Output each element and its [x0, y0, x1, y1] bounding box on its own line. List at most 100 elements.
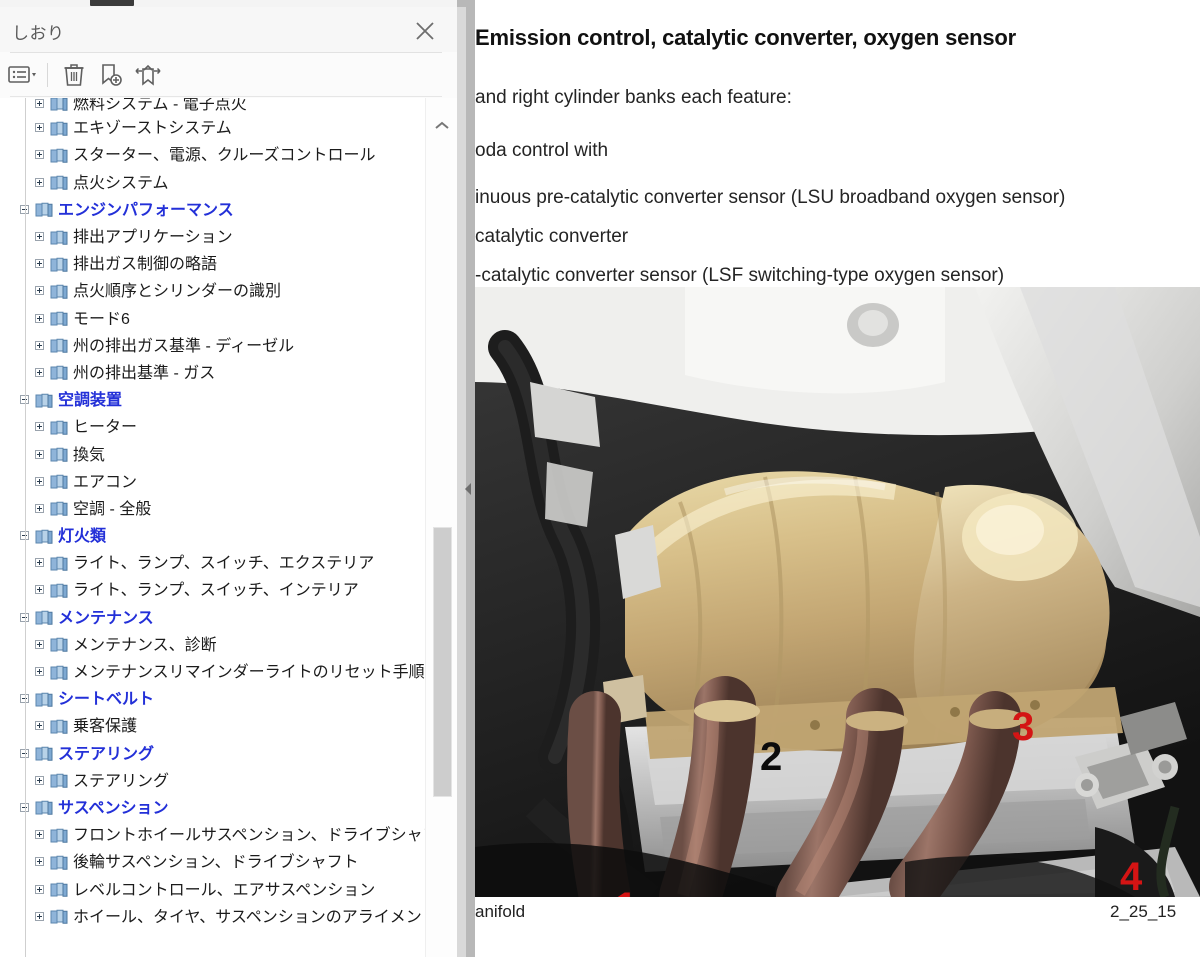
delete-bookmark-button[interactable] [57, 59, 91, 91]
bookmark-label: ステアリング [58, 745, 155, 763]
bookmark-category[interactable]: エンジンパフォーマンス [0, 197, 425, 224]
expand-toggle-icon[interactable] [35, 98, 46, 110]
toggle-box [35, 177, 44, 187]
close-icon[interactable] [411, 17, 439, 45]
bookmark-item[interactable]: モード6 [0, 306, 425, 333]
scroll-up-icon[interactable] [431, 117, 453, 135]
bookmark-book-icon [50, 474, 68, 490]
expand-toggle-icon[interactable] [35, 150, 46, 161]
bookmark-item[interactable]: 空調 - 全般 [0, 496, 425, 523]
expand-toggle-icon[interactable] [35, 558, 46, 569]
add-bookmark-button[interactable] [94, 59, 128, 91]
expand-toggle-icon[interactable] [35, 585, 46, 596]
bookmark-category[interactable]: 灯火類 [0, 523, 425, 550]
toggle-box [35, 857, 44, 867]
expand-toggle-icon[interactable] [35, 639, 46, 651]
expand-toggle-icon[interactable] [35, 259, 46, 270]
bookmark-book-icon [35, 800, 53, 816]
bookmark-item[interactable]: フロントホイールサスペンション、ドライブシャフト [0, 822, 425, 849]
expand-toggle-icon[interactable] [35, 775, 46, 787]
bookmarks-header: しおり [0, 7, 457, 52]
toggle-box [35, 721, 44, 731]
bookmark-item[interactable]: 排出ガス制御の略語 [0, 251, 425, 278]
bookmark-book-icon [50, 773, 68, 789]
bookmark-label: 乗客保護 [73, 718, 138, 736]
toolbar-divider [47, 63, 48, 87]
bookmark-item[interactable]: 換気 [0, 441, 425, 468]
bookmark-label: メンテナンス、診断 [73, 636, 217, 654]
expand-toggle-icon[interactable] [35, 503, 46, 515]
bookmark-item[interactable]: エキゾーストシステム [0, 115, 425, 142]
bookmark-category[interactable]: サスペンション [0, 795, 425, 822]
bookmark-item[interactable]: エアコン [0, 469, 425, 496]
page-title: Emission control, catalytic converter, o… [475, 25, 1017, 50]
bookmark-category[interactable]: シートベルト [0, 686, 425, 713]
expand-toggle-icon[interactable] [35, 123, 46, 134]
figure-callout-4: 4 [1120, 855, 1143, 897]
expand-toggle-icon[interactable] [35, 911, 46, 923]
expand-toggle-icon[interactable] [35, 830, 46, 841]
bookmark-label: 後輪サスペンション、ドライブシャフト [73, 854, 359, 872]
expand-toggle-icon[interactable] [35, 286, 46, 297]
bookmark-item[interactable]: ヒーター [0, 414, 425, 441]
expand-toggle-icon[interactable] [35, 232, 46, 243]
tree-guide-line [25, 98, 26, 957]
expand-toggle-icon[interactable] [35, 422, 46, 433]
bookmark-category[interactable]: ステアリング [0, 741, 425, 768]
expand-toggle-icon[interactable] [35, 177, 46, 189]
bookmark-book-icon [50, 719, 68, 735]
document-line: inuous pre-catalytic converter sensor (L… [475, 187, 1066, 208]
expand-toggle-icon[interactable] [35, 313, 46, 325]
bookmark-label: 排出ガス制御の略語 [73, 256, 218, 274]
toggle-box [35, 232, 44, 242]
bookmark-label: メンテナンスリマインダーライトのリセット手順 [73, 664, 425, 682]
bookmark-item[interactable]: 州の排出ガス基準 - ディーゼル [0, 333, 425, 360]
bookmark-label: ステアリング [73, 772, 170, 790]
bookmark-label: エンジンパフォーマンス [58, 201, 234, 219]
bookmark-book-icon [50, 665, 68, 681]
tab-bookmarks-indicator[interactable] [90, 0, 134, 6]
expand-toggle-icon[interactable] [35, 721, 46, 732]
expand-bookmarks-button[interactable] [131, 59, 165, 91]
bookmark-item[interactable]: メンテナンス、診断 [0, 632, 425, 659]
photo-graphic [475, 287, 1200, 897]
bookmark-item[interactable]: メンテナンスリマインダーライトのリセット手順 [0, 659, 425, 686]
bookmark-item[interactable]: 燃料システム - 電子点火 [0, 98, 425, 115]
list-options-button[interactable] [6, 59, 40, 91]
bookmark-label: スターター、電源、クルーズコントロール [73, 147, 376, 165]
bookmark-item[interactable]: ライト、ランプ、スイッチ、インテリア [0, 577, 425, 604]
bookmark-label: フロントホイールサスペンション、ドライブシャフト [73, 827, 425, 845]
toggle-box [35, 150, 44, 160]
exhaust-manifold-photo: 1 2 3 4 [475, 287, 1200, 897]
bookmark-item[interactable]: 点火順序とシリンダーの識別 [0, 278, 425, 305]
bookmarks-tree[interactable]: 燃料システム - 電子点火エキゾーストシステムスターター、電源、クルーズコントロ… [0, 98, 425, 957]
toggle-box [35, 367, 44, 377]
bookmark-item[interactable]: 州の排出基準 - ガス [0, 360, 425, 387]
bookmark-label: 燃料システム - 電子点火 [73, 98, 247, 113]
scrollbar-thumb[interactable] [433, 527, 452, 797]
bookmark-item[interactable]: スターター、電源、クルーズコントロール [0, 142, 425, 169]
bookmark-item[interactable]: 乗客保護 [0, 713, 425, 740]
expand-toggle-icon[interactable] [35, 857, 46, 868]
bookmark-item[interactable]: 排出アプリケーション [0, 224, 425, 251]
expand-toggle-icon[interactable] [35, 667, 46, 678]
expand-toggle-icon[interactable] [35, 340, 46, 352]
bookmark-item[interactable]: ライト、ランプ、スイッチ、エクステリア [0, 550, 425, 577]
bookmark-category[interactable]: 空調装置 [0, 387, 425, 414]
bookmark-item[interactable]: ステアリング [0, 768, 425, 795]
bookmark-item[interactable]: レベルコントロール、エアサスペンション [0, 876, 425, 903]
bookmark-book-icon [50, 98, 68, 112]
expand-toggle-icon[interactable] [35, 449, 46, 461]
collapse-panel-icon[interactable] [461, 478, 475, 500]
bookmark-item[interactable]: 後輪サスペンション、ドライブシャフト [0, 849, 425, 876]
toggle-box [35, 667, 44, 677]
bookmark-label: エアコン [73, 473, 138, 491]
bookmark-category[interactable]: メンテナンス [0, 605, 425, 632]
expand-toggle-icon[interactable] [35, 476, 46, 488]
bookmark-item[interactable]: 点火システム [0, 170, 425, 197]
bookmarks-toolbar [0, 53, 457, 96]
expand-toggle-icon[interactable] [35, 884, 46, 896]
expand-toggle-icon[interactable] [35, 367, 46, 379]
tree-scrollbar[interactable] [425, 98, 457, 957]
bookmark-item[interactable]: ホイール、タイヤ、サスペンションのアライメント [0, 904, 425, 931]
